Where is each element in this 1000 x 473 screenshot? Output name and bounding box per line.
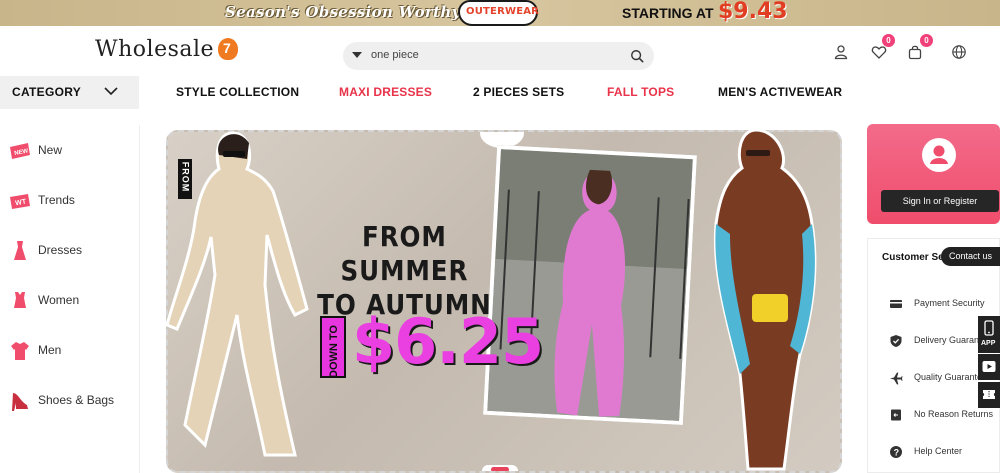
- sidebar-item-new[interactable]: NEW New: [8, 137, 138, 165]
- sidebar-item-label: Men: [38, 343, 62, 357]
- sidebar-item-men[interactable]: Men: [8, 337, 138, 365]
- hero-headline-line1: FROM SUMMER: [340, 220, 469, 287]
- contact-us-button[interactable]: Contact us: [941, 247, 1000, 266]
- customer-service-title: Customer Se: [882, 252, 944, 263]
- hero-price: $6.25: [352, 305, 544, 378]
- sidebar-item-label: Shoes & Bags: [38, 393, 115, 407]
- search-input[interactable]: one piece: [371, 49, 419, 61]
- promo-banner[interactable]: Season's Obsession Worthy OUTERWEAR STAR…: [0, 0, 1000, 26]
- from-vertical-label: FROM: [178, 159, 192, 199]
- search-bar[interactable]: one piece: [343, 42, 654, 70]
- women-top-icon: [14, 292, 26, 308]
- logo-badge[interactable]: 7: [218, 38, 238, 60]
- cs-item-help-center[interactable]: ? Help Center: [889, 444, 999, 460]
- logo-text[interactable]: Wholesale: [95, 37, 214, 62]
- wishlist-icon[interactable]: [871, 44, 887, 60]
- down-to-label: DOWN TO: [320, 316, 346, 378]
- cs-item-label: Quality Guarante: [914, 372, 983, 382]
- shield-icon: [890, 335, 902, 347]
- site-header: Wholesale 7 one piece 0 0: [0, 26, 1000, 76]
- category-label: CATEGORY: [12, 85, 82, 99]
- cs-item-payment-security[interactable]: Payment Security: [889, 296, 999, 312]
- phone-icon: [984, 320, 994, 336]
- category-toggle[interactable]: CATEGORY: [0, 76, 139, 109]
- sidebar-item-trends[interactable]: WT Trends: [8, 187, 138, 215]
- sidebar-item-dresses[interactable]: Dresses: [8, 237, 138, 265]
- nav-link-fall-tops[interactable]: FALL TOPS: [607, 85, 674, 99]
- nav-link-maxi-dresses[interactable]: MAXI DRESSES: [339, 85, 432, 99]
- sidebar-item-label: Women: [38, 293, 80, 307]
- men-shirt-icon: [11, 342, 29, 360]
- category-sidebar: NEW New WT Trends Dresses Women Men Shoe…: [0, 125, 140, 473]
- globe-icon[interactable]: [951, 44, 967, 60]
- search-scope-dropdown-icon[interactable]: [352, 52, 362, 58]
- sidebar-item-label: Dresses: [38, 243, 83, 257]
- card-icon: [890, 300, 902, 308]
- user-icon: [930, 145, 948, 164]
- promo-tag-label: OUTERWEAR: [466, 6, 540, 17]
- app-label: APP: [981, 340, 996, 347]
- return-icon: [891, 409, 901, 421]
- new-badge-icon: NEW: [10, 143, 30, 159]
- help-icon: ?: [890, 446, 902, 458]
- model-center-photo: [483, 144, 697, 426]
- from-vertical-text: FROM: [180, 161, 191, 193]
- cart-count-badge: 0: [920, 34, 933, 47]
- trends-badge-icon: WT: [10, 194, 30, 209]
- main-nav: CATEGORY STYLE COLLECTION MAXI DRESSES 2…: [0, 76, 1000, 109]
- sidebar-item-label: New: [38, 143, 63, 157]
- cs-item-label: No Reason Returns: [914, 409, 994, 419]
- logo-badge-number: 7: [223, 40, 231, 56]
- dress-icon: [14, 241, 26, 260]
- ticket-icon: [983, 390, 995, 399]
- nav-link-mens-activewear[interactable]: MEN'S ACTIVEWEAR: [718, 85, 842, 99]
- cs-item-label: Payment Security: [914, 298, 985, 308]
- account-panel: Sign In or Register: [867, 124, 1000, 224]
- svg-text:?: ?: [894, 447, 900, 457]
- down-to-text: DOWN TO: [328, 325, 340, 378]
- nav-link-style-collection[interactable]: STYLE COLLECTION: [176, 85, 299, 99]
- carousel-indicator[interactable]: [482, 465, 518, 471]
- plane-icon: [890, 372, 903, 385]
- wishlist-count-badge: 0: [882, 34, 895, 47]
- promo-starting-label: STARTING AT: [622, 5, 714, 21]
- coupon-button[interactable]: [978, 382, 1000, 408]
- cs-item-label: Help Center: [914, 446, 963, 456]
- promo-slogan: Season's Obsession Worthy: [225, 3, 461, 21]
- promo-tag: OUTERWEAR: [458, 0, 540, 26]
- sign-in-button[interactable]: Sign In or Register: [881, 190, 999, 212]
- shoe-icon: [12, 393, 28, 411]
- sidebar-item-women[interactable]: Women: [8, 287, 138, 315]
- sidebar-item-shoes-bags[interactable]: Shoes & Bags: [8, 387, 138, 415]
- promo-starting-price: $9.43: [718, 0, 788, 24]
- account-icon[interactable]: [833, 44, 849, 60]
- sidebar-item-label: Trends: [38, 193, 75, 207]
- avatar: [922, 138, 956, 172]
- model-right-image: [713, 128, 817, 471]
- youtube-button[interactable]: [978, 354, 1000, 380]
- app-download-button[interactable]: APP: [978, 316, 1000, 353]
- nav-link-2-pieces-sets[interactable]: 2 PIECES SETS: [473, 85, 564, 99]
- search-icon[interactable]: [630, 49, 644, 63]
- cs-item-no-reason-returns[interactable]: No Reason Returns: [889, 407, 999, 423]
- chevron-down-icon: [104, 87, 118, 96]
- cart-icon[interactable]: [907, 44, 923, 60]
- youtube-icon: [982, 361, 996, 372]
- cs-item-label: Delivery Guarante: [914, 335, 987, 345]
